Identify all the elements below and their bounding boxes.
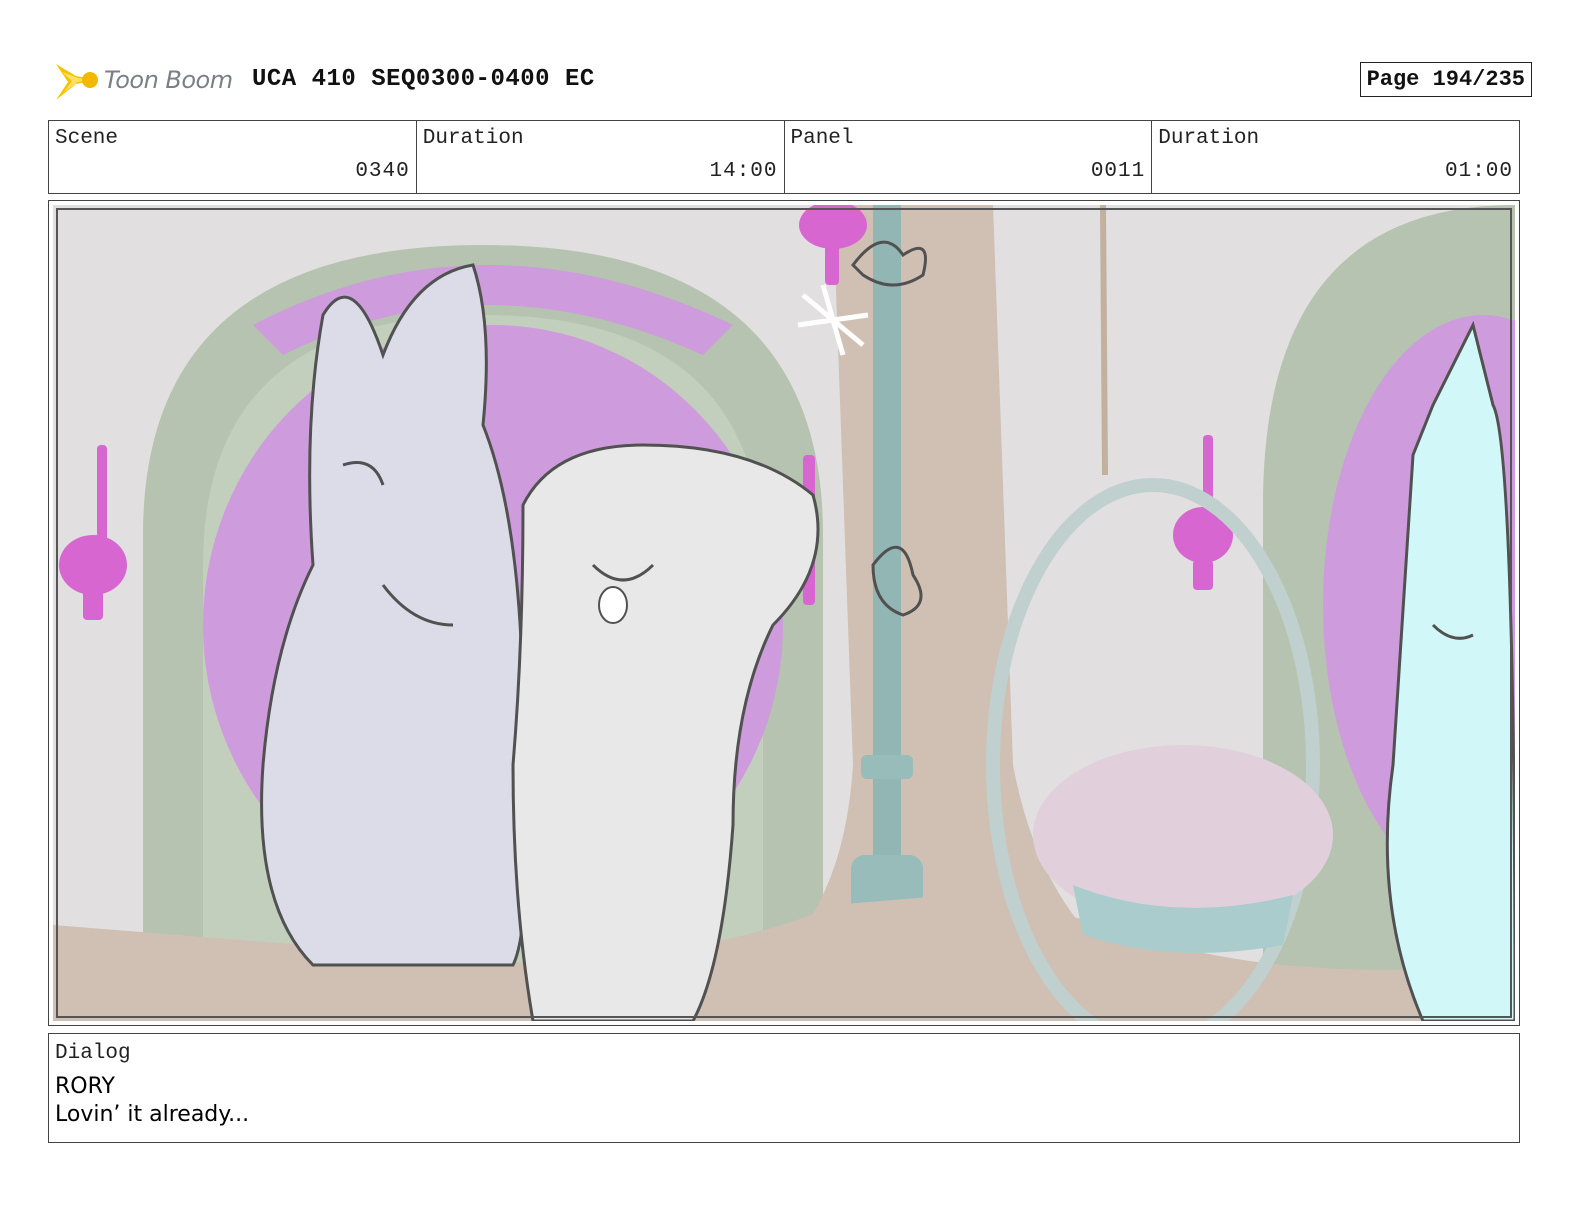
panel-label: Panel [790,127,854,150]
dialog-label: Dialog [55,1042,131,1065]
dialog-line: Lovin’ it already... [55,1102,250,1127]
panel-duration-label: Duration [1158,127,1260,150]
scene-cell: Scene 0340 [49,121,417,193]
scene-info-table: Scene 0340 Duration 14:00 Panel 0011 Dur… [48,120,1520,194]
panel-value: 0011 [1090,160,1146,183]
panel-duration-value: 01:00 [1444,160,1513,183]
panel-duration-cell: Duration 01:00 [1152,121,1519,193]
dialog-speaker: RORY [55,1074,115,1099]
logo-star-icon [56,64,98,100]
document-title: UCA 410 SEQ0300-0400 EC [252,66,595,93]
storyboard-drawing [53,205,1515,1021]
dialog-box: Dialog RORY Lovin’ it already... [48,1033,1520,1143]
scene-value: 0340 [355,160,410,183]
toon-boom-logo: Toon Boom [52,58,242,106]
panel-cell: Panel 0011 [785,121,1153,193]
scene-duration-label: Duration [422,127,524,150]
scene-label: Scene [55,127,119,150]
page-number: Page 194/235 [1359,62,1532,97]
page-header: Toon Boom UCA 410 SEQ0300-0400 EC Page 1… [52,56,1532,106]
scene-duration-value: 14:00 [709,160,778,183]
storyboard-panel [48,200,1520,1026]
logo-text: Toon Boom [104,66,233,94]
scene-duration-cell: Duration 14:00 [417,121,785,193]
